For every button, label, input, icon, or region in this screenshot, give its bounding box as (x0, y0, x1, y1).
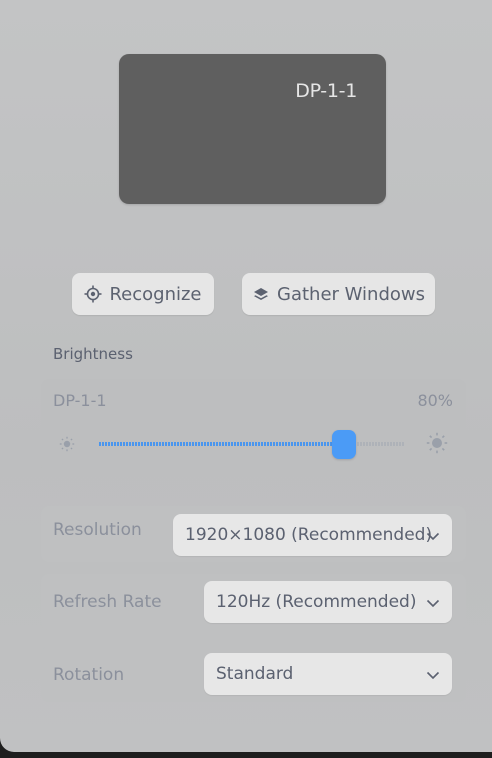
rotation-select[interactable]: Standard (204, 653, 452, 695)
brightness-slider-fill (99, 442, 344, 446)
rotation-row: Rotation Standard (41, 646, 466, 702)
monitor-label: DP-1-1 (295, 80, 357, 102)
refresh-rate-value: 120Hz (Recommended) (216, 592, 417, 612)
display-settings-panel: DP-1-1 Recognize Gather Windows Brightne… (0, 0, 492, 752)
brightness-title: Brightness (53, 345, 133, 363)
brightness-slider-track[interactable] (99, 442, 405, 446)
gather-windows-button-label: Gather Windows (277, 283, 425, 305)
brightness-display-name: DP-1-1 (53, 391, 107, 410)
refresh-rate-select[interactable]: 120Hz (Recommended) (204, 581, 452, 623)
resolution-label: Resolution (53, 520, 142, 540)
chevron-down-icon (426, 595, 440, 615)
resolution-row: Resolution 1920×1080 (Recommended) (41, 506, 466, 562)
sun-high-icon (426, 432, 448, 458)
rotation-label: Rotation (53, 665, 125, 685)
brightness-value: 80% (417, 391, 453, 410)
gather-windows-button[interactable]: Gather Windows (242, 273, 435, 315)
resolution-select[interactable]: 1920×1080 (Recommended) (173, 514, 452, 556)
brightness-slider-handle[interactable] (332, 430, 356, 459)
sun-low-icon (59, 436, 75, 456)
layers-icon (252, 285, 270, 303)
brightness-card: DP-1-1 80% (41, 379, 466, 473)
monitor-preview[interactable]: DP-1-1 (119, 54, 386, 204)
rotation-value: Standard (216, 664, 294, 684)
refresh-rate-label: Refresh Rate (53, 592, 162, 612)
refresh-rate-row: Refresh Rate 120Hz (Recommended) (41, 574, 466, 630)
chevron-down-icon (426, 528, 440, 548)
recognize-button-label: Recognize (109, 283, 202, 305)
target-icon (84, 285, 102, 303)
chevron-down-icon (426, 667, 440, 687)
resolution-value: 1920×1080 (Recommended) (185, 525, 433, 545)
recognize-button[interactable]: Recognize (72, 273, 214, 315)
